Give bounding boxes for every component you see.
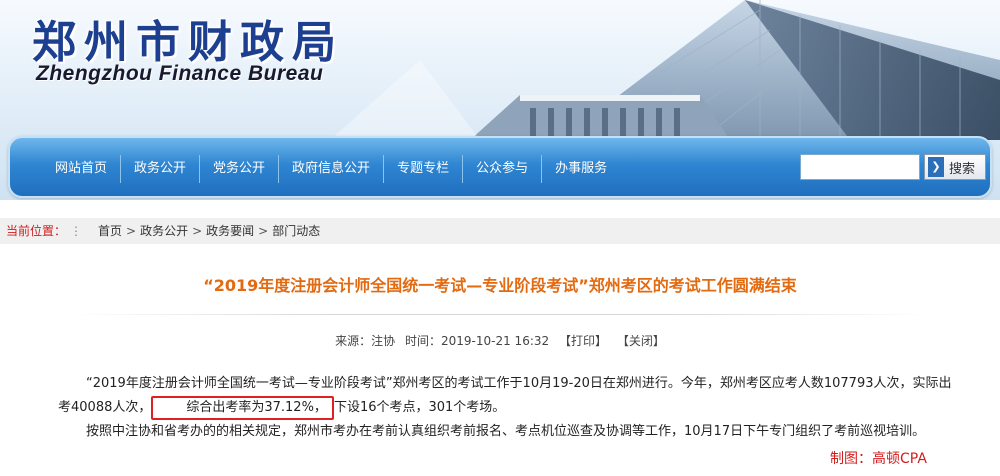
nav-item-services[interactable]: 办事服务 [542, 155, 620, 183]
site-logo-chinese: 郑州市财政局 [32, 17, 344, 68]
arrow-right-icon: ❯ [928, 157, 944, 177]
breadcrumb-divider-icon: ⋮ [70, 224, 82, 238]
print-link[interactable]: 【打印】 [559, 334, 607, 348]
breadcrumb: 当前位置： ⋮ 首页 > 政务公开 > 政务要闻 > 部门动态 [0, 218, 1000, 244]
title-divider [70, 314, 930, 315]
site-banner: 郑州市财政局 Zhengzhou Finance Bureau 网站首页 政务公… [0, 0, 1000, 200]
search-button-label: 搜索 [949, 161, 976, 177]
nav-item-public-participation[interactable]: 公众参与 [463, 155, 543, 183]
article-title: “2019年度注册会计师全国统一考试—专业阶段考试”郑州考区的考试工作圆满结束 [203, 276, 797, 295]
breadcrumb-department-news[interactable]: 部门动态 [272, 218, 320, 244]
paragraph-1-text-b: 下设16个考点，301个考场。 [333, 400, 506, 415]
nav-item-party-affairs[interactable]: 党务公开 [200, 155, 280, 183]
article-source: 来源：注协 [335, 334, 396, 348]
nav-item-special-topics[interactable]: 专题专栏 [384, 155, 464, 183]
nav-item-government-info[interactable]: 政府信息公开 [279, 155, 385, 183]
article-paragraph-2: 按照中注协和省考办的的相关规定，郑州市考办在考前认真组织考前报名、考点机位巡查及… [86, 424, 926, 439]
breadcrumb-home[interactable]: 首页 [98, 218, 122, 244]
main-nav-bar: 网站首页 政务公开 党务公开 政府信息公开 专题专栏 公众参与 办事服务 ❯ 搜… [8, 136, 992, 198]
chevron-right-icon: > [258, 224, 269, 238]
breadcrumb-news[interactable]: 政务要闻 [206, 218, 254, 244]
article-body: “2019年度注册会计师全国统一考试—专业阶段考试”郑州考区的考试工作于10月1… [58, 372, 953, 444]
highlighted-pass-rate: 综合出考率为37.12%， [151, 396, 334, 420]
breadcrumb-government-affairs[interactable]: 政务公开 [140, 218, 188, 244]
close-link[interactable]: 【关闭】 [617, 334, 665, 348]
article-time: 时间：2019-10-21 16:32 [405, 334, 550, 348]
article-paragraph-1: “2019年度注册会计师全国统一考试—专业阶段考试”郑州考区的考试工作于10月1… [58, 372, 953, 420]
image-credit: 制图：高顿CPA [830, 451, 927, 467]
nav-item-home[interactable]: 网站首页 [42, 155, 122, 183]
nav-menu: 网站首页 政务公开 党务公开 政府信息公开 专题专栏 公众参与 办事服务 [42, 155, 620, 183]
site-logo-english: Zhengzhou Finance Bureau [36, 62, 324, 85]
nav-item-government-affairs[interactable]: 政务公开 [121, 155, 201, 183]
breadcrumb-trail: 首页 > 政务公开 > 政务要闻 > 部门动态 [98, 218, 320, 244]
search-input[interactable] [800, 154, 920, 180]
chevron-right-icon: > [126, 224, 137, 238]
search-button[interactable]: ❯ 搜索 [924, 154, 986, 180]
article-meta: 来源：注协 时间：2019-10-21 16:32 【打印】 【关闭】 [0, 332, 1000, 349]
chevron-right-icon: > [192, 224, 203, 238]
